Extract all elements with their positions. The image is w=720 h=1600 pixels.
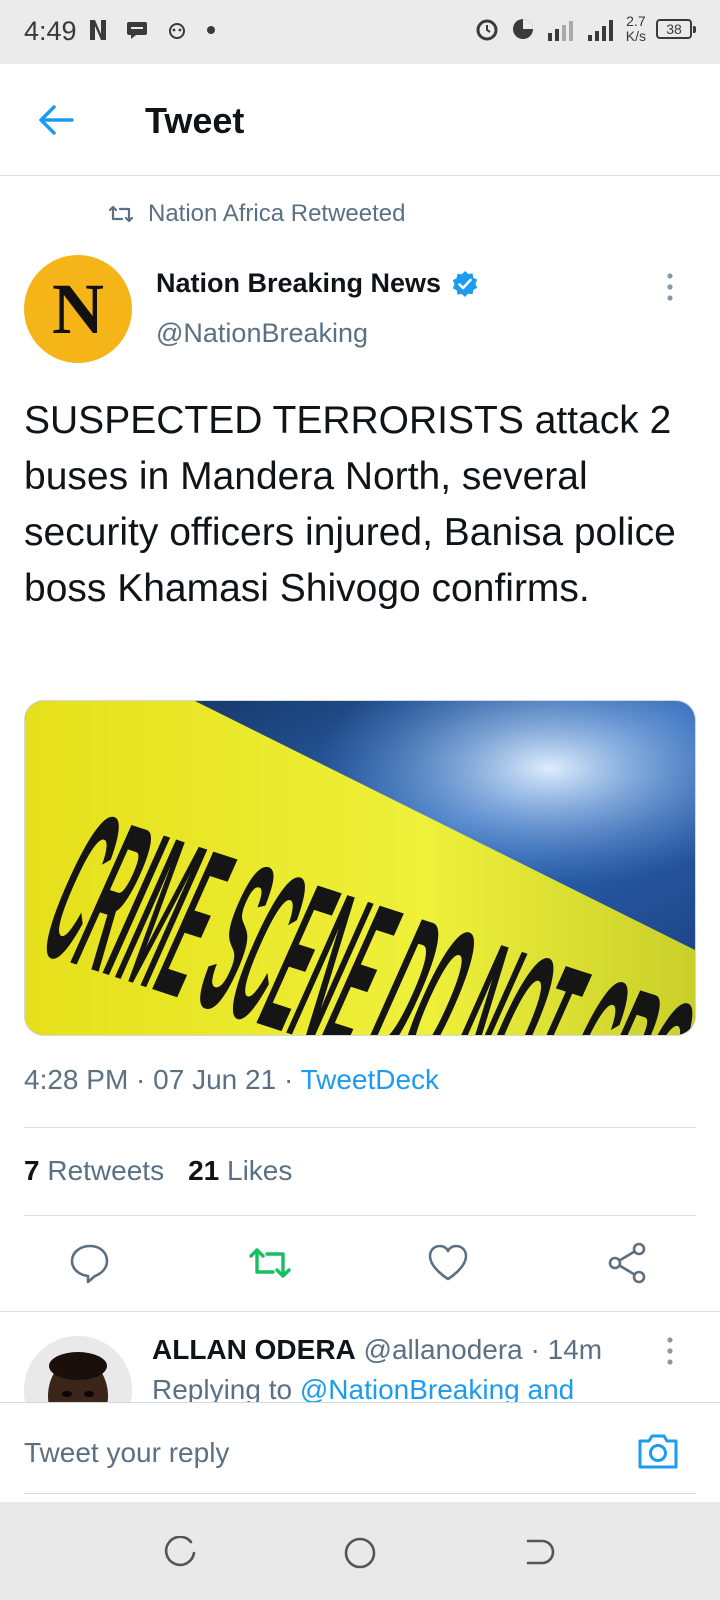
status-bar: 4:49 2.7 K/s 38 [0, 0, 720, 64]
arrow-left-icon[interactable] [34, 98, 78, 142]
notification-icons [86, 18, 216, 42]
tweet-media-image[interactable]: CRIME SCENE DO NOT CROSS [24, 700, 696, 1036]
alarm-icon [476, 19, 498, 41]
share-icon[interactable] [605, 1240, 651, 1286]
tweet-meta: 4:28 PM · 07 Jun 21 · TweetDeck [24, 1064, 440, 1095]
signal-3g-icon [547, 21, 573, 41]
author-name-label: Nation Breaking News [156, 268, 442, 298]
replying-to-link[interactable]: @NationBreaking and [300, 1374, 574, 1405]
reply-time: 14m [547, 1334, 603, 1365]
more-options-icon[interactable] [662, 1336, 678, 1366]
heart-icon[interactable] [425, 1240, 471, 1286]
divider [24, 1127, 696, 1128]
camera-icon[interactable] [636, 1431, 680, 1471]
reply-composer: Tweet your reply [0, 1402, 720, 1502]
retweet-icon [108, 205, 134, 223]
app-notification-icon [169, 23, 185, 39]
system-icons: 2.7 K/s 38 [474, 13, 696, 44]
retweeted-by[interactable]: Nation Africa Retweeted [108, 200, 405, 228]
tweet-text: SUSPECTED TERRORISTS attack 2 buses in M… [24, 399, 676, 610]
retweets-stat[interactable]: 7 Retweets [24, 1155, 164, 1187]
author-handle[interactable]: @NationBreaking [156, 318, 368, 349]
divider [0, 1311, 720, 1312]
retweet-icon[interactable] [247, 1240, 293, 1286]
dot-icon [207, 26, 215, 34]
page-title: Tweet [145, 100, 245, 141]
reply-header[interactable]: ALLAN ODERA @allanodera · 14m [152, 1334, 602, 1366]
reply-icon[interactable] [67, 1240, 113, 1286]
tweet-date: 07 Jun 21 [153, 1064, 277, 1095]
system-nav-bar [0, 1502, 720, 1600]
top-app-bar: Tweet [0, 64, 720, 176]
tweet-source-link[interactable]: TweetDeck [301, 1064, 440, 1095]
divider [24, 1493, 696, 1494]
signal-icon [587, 20, 613, 41]
avatar-letter: N [52, 269, 104, 349]
divider [24, 1215, 696, 1216]
home-icon[interactable] [343, 1536, 377, 1570]
avatar[interactable]: N [24, 255, 132, 363]
recents-icon[interactable] [163, 1536, 197, 1570]
reply-input[interactable]: Tweet your reply [24, 1437, 229, 1469]
more-options-icon[interactable] [662, 272, 678, 302]
message-icon [127, 22, 147, 39]
status-time: 4:49 [24, 16, 77, 46]
data-saver-icon [512, 19, 533, 39]
reply-author-name: ALLAN ODERA [152, 1334, 356, 1365]
retweeted-by-label: Nation Africa Retweeted [148, 200, 406, 227]
author-name[interactable]: Nation Breaking News [156, 268, 479, 299]
tweet-stats: 7 Retweets 21 Likes [24, 1155, 292, 1187]
network-speed: 2.7 K/s [625, 13, 646, 44]
netflix-n-icon [90, 20, 106, 40]
verified-badge-icon [452, 270, 478, 297]
reply-author-handle: @allanodera [363, 1334, 523, 1365]
back-nav-icon[interactable] [522, 1536, 556, 1570]
tweet-time: 4:28 PM [24, 1064, 129, 1095]
crime-scene-tape-image: CRIME SCENE DO NOT CROSS [25, 701, 695, 1035]
likes-stat[interactable]: 21 Likes [188, 1155, 292, 1187]
battery-icon: 38 [656, 19, 696, 39]
